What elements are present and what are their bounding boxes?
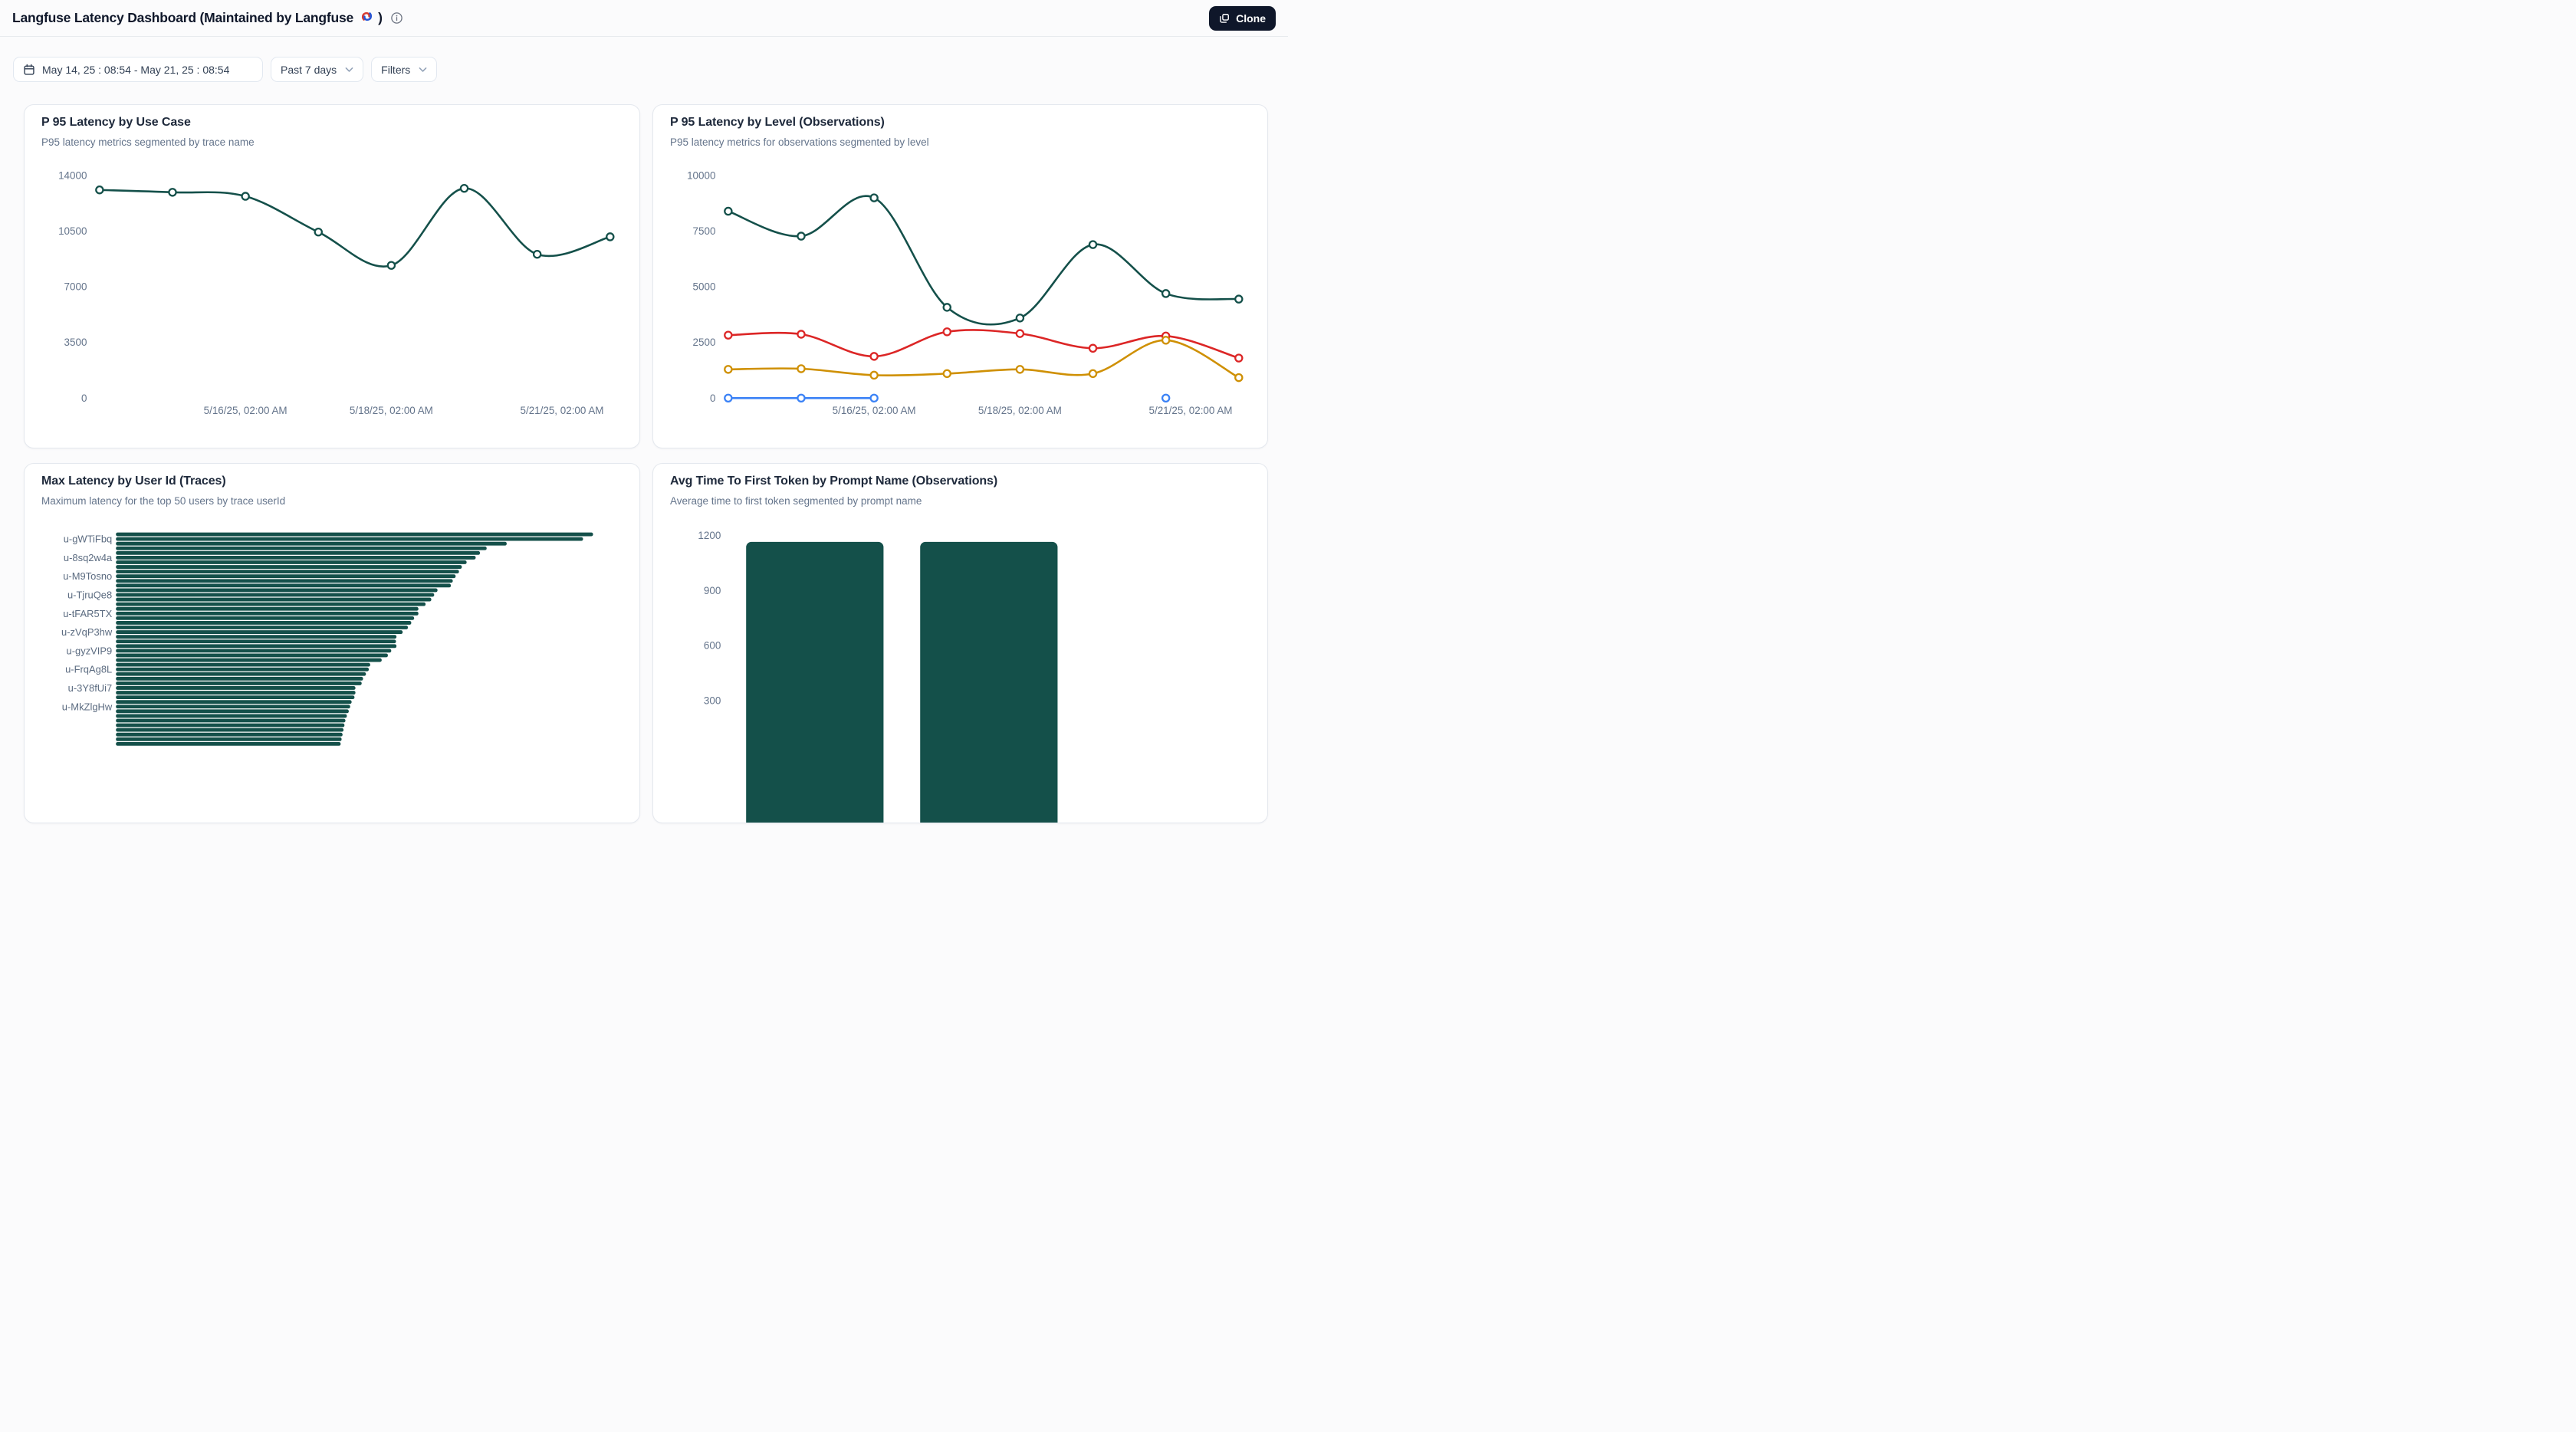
chart-subtitle: Average time to first token segmented by…: [670, 495, 922, 507]
chevron-down-icon: [419, 67, 427, 73]
chart-card-max-latency-by-user: Max Latency by User Id (Traces) Maximum …: [24, 463, 640, 823]
filters-label: Filters: [381, 64, 410, 76]
page-title-suffix: ): [378, 10, 383, 26]
filter-toolbar: May 14, 25 : 08:54 - May 21, 25 : 08:54 …: [13, 57, 437, 82]
vbar-chart-avg-ttft-by-prompt: 300 600 900 1200: [653, 464, 1267, 823]
line-chart-p95-by-use-case: 0 3500 7000 10500 14000 5/16/25, 02:00 AM 5/18…: [25, 105, 639, 448]
chart-title: P 95 Latency by Level (Observations): [670, 116, 885, 130]
svg-text:5000: 5000: [693, 281, 716, 293]
clone-button-label: Clone: [1236, 12, 1266, 25]
svg-text:300: 300: [704, 695, 721, 707]
page-title-text: Langfuse Latency Dashboard (Maintained b…: [12, 10, 353, 26]
svg-text:10000: 10000: [687, 170, 715, 182]
svg-text:5/18/25, 02:00 AM: 5/18/25, 02:00 AM: [978, 405, 1062, 416]
chart-title: Avg Time To First Token by Prompt Name (…: [670, 475, 997, 488]
svg-text:900: 900: [704, 585, 721, 596]
svg-text:u-gyzVIP9: u-gyzVIP9: [67, 645, 113, 656]
svg-text:1200: 1200: [698, 530, 721, 541]
page-title: Langfuse Latency Dashboard (Maintained b…: [12, 10, 383, 27]
app-header: Langfuse Latency Dashboard (Maintained b…: [0, 0, 1288, 37]
svg-text:2500: 2500: [693, 337, 716, 348]
chart-subtitle: P95 latency metrics segmented by trace n…: [41, 136, 255, 148]
svg-text:5/18/25, 02:00 AM: 5/18/25, 02:00 AM: [350, 405, 433, 416]
langfuse-knot-logo-icon: [360, 10, 373, 27]
svg-text:u-gWTiFbq: u-gWTiFbq: [64, 534, 112, 545]
time-preset-label: Past 7 days: [281, 64, 337, 76]
svg-text:u-8sq2w4a: u-8sq2w4a: [64, 552, 113, 563]
svg-text:10500: 10500: [58, 225, 87, 237]
svg-text:5/16/25, 02:00 AM: 5/16/25, 02:00 AM: [833, 405, 916, 416]
svg-text:5/16/25, 02:00 AM: 5/16/25, 02:00 AM: [204, 405, 288, 416]
chart-card-p95-latency-by-level: P 95 Latency by Level (Observations) P95…: [652, 104, 1268, 448]
svg-text:u-FrqAg8L: u-FrqAg8L: [65, 664, 112, 675]
svg-text:7000: 7000: [64, 281, 87, 293]
svg-text:5/21/25, 02:00 AM: 5/21/25, 02:00 AM: [1149, 405, 1233, 416]
svg-text:u-3Y8fUi7: u-3Y8fUi7: [68, 682, 113, 694]
svg-text:14000: 14000: [58, 170, 87, 182]
chart-card-avg-ttft-by-prompt: Avg Time To First Token by Prompt Name (…: [652, 463, 1268, 823]
chart-subtitle: P95 latency metrics for observations seg…: [670, 136, 929, 148]
svg-text:3500: 3500: [64, 337, 87, 348]
line-chart-p95-by-level: 0 2500 5000 7500 10000 5/16/25, 02:00 AM 5/18/…: [653, 105, 1267, 448]
copy-icon: [1219, 13, 1230, 24]
svg-text:u-MkZlgHw: u-MkZlgHw: [62, 701, 113, 712]
svg-text:0: 0: [710, 392, 715, 404]
clone-button[interactable]: Clone: [1209, 6, 1276, 31]
svg-text:u-tFAR5TX: u-tFAR5TX: [63, 608, 112, 619]
svg-text:600: 600: [704, 640, 721, 652]
chart-subtitle: Maximum latency for the top 50 users by …: [41, 495, 285, 507]
filters-dropdown[interactable]: Filters: [371, 57, 437, 82]
chevron-down-icon: [345, 67, 353, 73]
chart-card-p95-latency-by-use-case: P 95 Latency by Use Case P95 latency met…: [24, 104, 640, 448]
svg-text:5/21/25, 02:00 AM: 5/21/25, 02:00 AM: [521, 405, 604, 416]
svg-text:u-TjruQe8: u-TjruQe8: [67, 589, 112, 600]
calendar-icon: [23, 64, 35, 76]
hbar-chart-max-latency-by-user: u-gWTiFbq u-8sq2w4a u-M9Tosno u-TjruQe8 u-tF…: [25, 464, 639, 823]
chart-title: P 95 Latency by Use Case: [41, 116, 191, 130]
date-range-value: May 14, 25 : 08:54 - May 21, 25 : 08:54: [42, 64, 229, 76]
time-preset-dropdown[interactable]: Past 7 days: [271, 57, 363, 82]
chart-title: Max Latency by User Id (Traces): [41, 475, 226, 488]
info-icon[interactable]: [391, 12, 402, 24]
svg-text:u-M9Tosno: u-M9Tosno: [63, 570, 112, 582]
svg-text:7500: 7500: [693, 225, 716, 237]
date-range-picker[interactable]: May 14, 25 : 08:54 - May 21, 25 : 08:54: [13, 57, 263, 82]
svg-text:0: 0: [81, 392, 87, 404]
svg-text:u-zVqP3hw: u-zVqP3hw: [61, 626, 113, 638]
